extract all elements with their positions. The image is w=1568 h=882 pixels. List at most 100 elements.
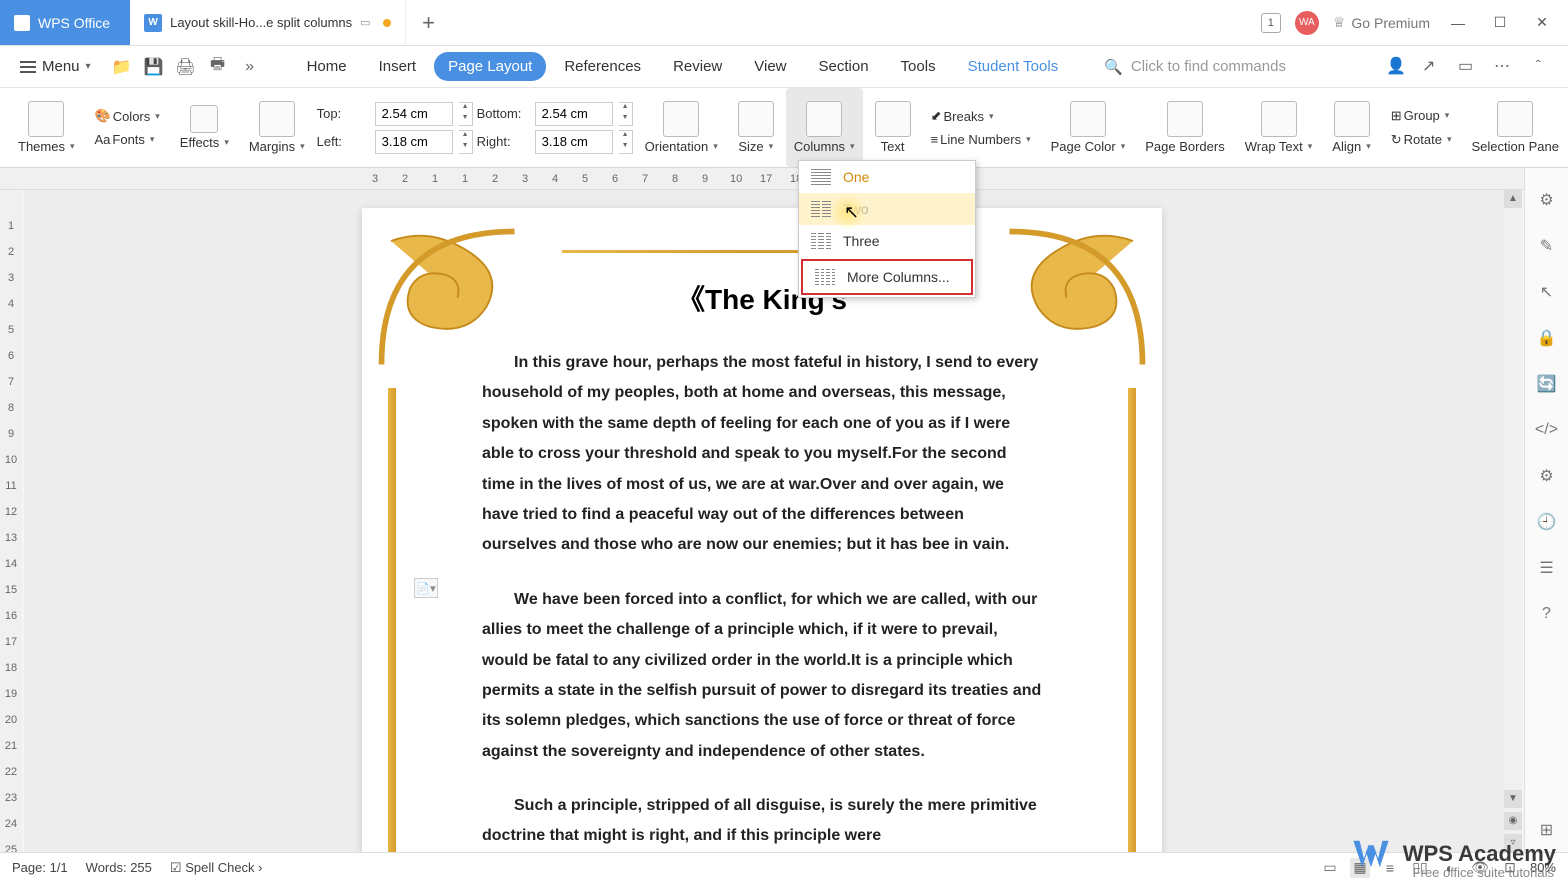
ornament-bar-left <box>388 388 396 852</box>
tab-insert[interactable]: Insert <box>365 52 431 81</box>
margins-inputs-2: Bottom:▲▼ Right:▲▼ <box>477 102 633 154</box>
spin-bottom[interactable]: ▲▼ <box>619 102 633 126</box>
margin-left-input[interactable] <box>375 130 453 154</box>
tab-references[interactable]: References <box>550 52 655 81</box>
columns-one[interactable]: One <box>799 161 975 193</box>
prev-page-icon[interactable]: ◉ <box>1504 812 1522 830</box>
tab-tools[interactable]: Tools <box>887 52 950 81</box>
vertical-scrollbar[interactable]: ▲ ▼ ◉ ▿ <box>1504 190 1522 852</box>
selpane-icon <box>1497 101 1533 137</box>
translate-icon[interactable]: 🔄 <box>1535 372 1559 396</box>
wrap-text-button[interactable]: Wrap Text <box>1237 88 1321 167</box>
breaks-button[interactable]: ⬋ Breaks <box>931 108 994 124</box>
colors-button[interactable]: 🎨 Colors <box>95 108 160 124</box>
main-menu-button[interactable]: Menu ▾ <box>10 52 101 81</box>
text-direction-button[interactable]: Text <box>867 88 919 167</box>
save-icon[interactable]: 💾 <box>143 56 165 78</box>
lock-icon[interactable]: 🔒 <box>1535 326 1559 350</box>
share-icon[interactable]: 👤 <box>1386 56 1408 78</box>
margin-right-input[interactable] <box>535 130 613 154</box>
document-body[interactable]: In this grave hour, perhaps the most fat… <box>442 348 1082 852</box>
spin-right[interactable]: ▲▼ <box>619 130 633 154</box>
app-badge[interactable]: WPS Office <box>0 0 130 45</box>
crown-icon: ♕ <box>1333 14 1346 31</box>
size-button[interactable]: Size <box>730 88 782 167</box>
scroll-down-icon[interactable]: ▼ <box>1504 790 1522 808</box>
spin-left[interactable]: ▲▼ <box>459 130 473 154</box>
horizontal-ruler[interactable]: 32112345678910171819202122 <box>0 168 1568 190</box>
line-numbers-button[interactable]: ≡ Line Numbers <box>931 132 1031 147</box>
group-button[interactable]: ⊞ Group <box>1391 108 1450 124</box>
document-page[interactable]: 《The King's In this grave hour, perhaps … <box>362 208 1162 852</box>
margins-inputs: Top:▲▼ Left:▲▼ <box>317 102 473 154</box>
tab-section[interactable]: Section <box>805 52 883 81</box>
minimize-button[interactable]: — <box>1444 9 1472 37</box>
tab-student-tools[interactable]: Student Tools <box>954 52 1073 81</box>
vertical-ruler[interactable]: 1234567891011121314151617181920212223242… <box>0 190 22 882</box>
columns-three[interactable]: Three <box>799 225 975 257</box>
layout-icon[interactable]: ▭ <box>1458 56 1480 78</box>
margins-button[interactable]: Margins <box>241 88 313 167</box>
window-mode-icon[interactable]: 1 <box>1261 13 1281 33</box>
spell-check[interactable]: ☑ Spell Check › <box>170 860 263 876</box>
margins-icon <box>259 101 295 137</box>
collapse-ribbon-icon[interactable]: ＾ <box>1530 56 1552 78</box>
sliders-icon[interactable]: ⚙ <box>1535 464 1559 488</box>
themes-button[interactable]: Themes <box>10 88 83 167</box>
qat-more-icon[interactable]: » <box>239 56 261 78</box>
settings-icon[interactable]: ⚙ <box>1535 188 1559 212</box>
tab-page-layout[interactable]: Page Layout <box>434 52 546 81</box>
command-search[interactable]: 🔍 Click to find commands <box>1104 58 1286 76</box>
history-icon[interactable]: 🕘 <box>1535 510 1559 534</box>
scroll-up-icon[interactable]: ▲ <box>1504 190 1522 208</box>
tab-dirty-indicator <box>383 19 391 27</box>
user-avatar[interactable]: WA <box>1295 11 1319 35</box>
more-icon[interactable]: ⋯ <box>1494 56 1516 78</box>
text-dir-icon <box>875 101 911 137</box>
word-count[interactable]: Words: 255 <box>86 860 152 875</box>
app-name: WPS Office <box>38 15 110 31</box>
close-button[interactable]: ✕ <box>1528 9 1556 37</box>
spin-top[interactable]: ▲▼ <box>459 102 473 126</box>
tab-review[interactable]: Review <box>659 52 736 81</box>
tab-view[interactable]: View <box>740 52 800 81</box>
tab-menu-icon[interactable]: ▭ <box>360 16 370 29</box>
orientation-button[interactable]: Orientation <box>637 88 726 167</box>
columns-two[interactable]: Two <box>799 193 975 225</box>
go-premium-button[interactable]: ♕ Go Premium <box>1333 14 1430 31</box>
columns-button[interactable]: Columns <box>786 88 863 167</box>
code-icon[interactable]: </> <box>1535 418 1559 442</box>
rotate-button[interactable]: ↻ Rotate <box>1391 132 1452 148</box>
page-color-button[interactable]: Page Color <box>1043 88 1134 167</box>
ornament-bar-right <box>1128 388 1136 852</box>
print-icon[interactable]: 🖶 <box>207 56 229 78</box>
align-button[interactable]: Align <box>1324 88 1378 167</box>
help-icon[interactable]: ? <box>1535 602 1559 626</box>
menubar: Menu ▾ 📁 💾 🖨 🖶 » Home Insert Page Layout… <box>0 46 1568 88</box>
page-indicator[interactable]: Page: 1/1 <box>12 860 68 875</box>
wps-logo-icon <box>1349 832 1393 876</box>
selection-pane-button[interactable]: Selection Pane <box>1464 88 1567 167</box>
columns-more[interactable]: More Columns... <box>801 259 973 295</box>
page-borders-button[interactable]: Page Borders <box>1137 88 1233 167</box>
margin-bottom-input[interactable] <box>535 102 613 126</box>
doc-icon: W <box>144 14 162 32</box>
select-icon[interactable]: ↖ <box>1535 280 1559 304</box>
paragraph-handle-icon[interactable]: 📄▾ <box>414 578 438 598</box>
document-tab[interactable]: W Layout skill-Ho...e split columns ▭ <box>130 0 405 45</box>
export-icon[interactable]: ↗ <box>1422 56 1444 78</box>
tab-home[interactable]: Home <box>293 52 361 81</box>
edit-icon[interactable]: ✎ <box>1535 234 1559 258</box>
print-preview-icon[interactable]: 🖨 <box>175 56 197 78</box>
new-tab-button[interactable]: + <box>406 0 452 45</box>
statusbar: Page: 1/1 Words: 255 ☑ Spell Check › ▭ ▦… <box>0 852 1568 882</box>
size-icon <box>738 101 774 137</box>
view-web-icon[interactable]: ▭ <box>1320 858 1340 878</box>
open-icon[interactable]: 📁 <box>111 56 133 78</box>
structure-icon[interactable]: ☰ <box>1535 556 1559 580</box>
maximize-button[interactable]: ☐ <box>1486 9 1514 37</box>
fonts-button[interactable]: Aa Fonts <box>95 132 155 147</box>
page-borders-icon <box>1167 101 1203 137</box>
margin-top-input[interactable] <box>375 102 453 126</box>
effects-button[interactable]: Effects <box>172 88 237 167</box>
